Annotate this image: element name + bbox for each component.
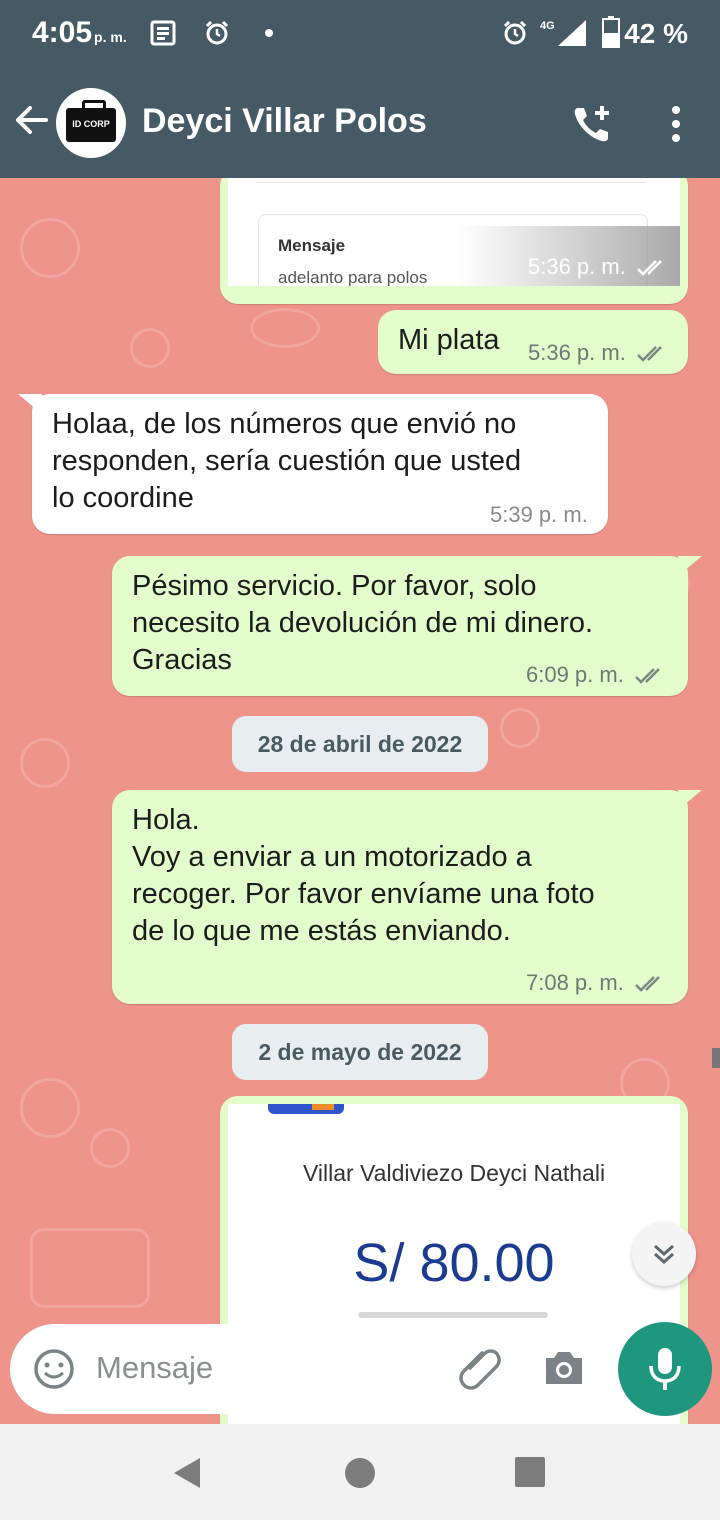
scroll-down-button[interactable]: [632, 1222, 696, 1286]
notification-dot-icon: [265, 29, 273, 37]
contact-name[interactable]: Deyci Villar Polos: [142, 102, 427, 141]
wallpaper-doodle: [90, 1128, 130, 1168]
bubble-tail: [18, 394, 42, 414]
bubble-tail: [678, 556, 702, 576]
payment-amount: S/ 80.00: [353, 1233, 555, 1293]
mic-icon: [649, 1348, 681, 1390]
message-time: 5:36 p. m.: [528, 254, 626, 279]
chat-header: ID CORP Deyci Villar Polos: [0, 70, 720, 178]
wallpaper-doodle: [20, 738, 70, 788]
battery-icon: [602, 16, 620, 48]
network-label: 4G: [540, 20, 555, 32]
scroll-indicator[interactable]: [712, 1048, 720, 1068]
message-time: 5:36 p. m.: [528, 340, 626, 365]
date-chip: 28 de abril de 2022: [232, 716, 488, 772]
chat-area[interactable]: Mensaje adelanto para polos 5:36 p. m. M…: [0, 178, 720, 1424]
system-nav-bar: [0, 1424, 720, 1520]
divider: [256, 182, 646, 183]
status-time: 4:05 p. m.: [32, 16, 127, 49]
date-chip: 2 de mayo de 2022: [232, 1024, 488, 1080]
battery-percent: 42 %: [624, 18, 688, 49]
briefcase-logo: ID CORP: [66, 100, 116, 142]
voice-message-button[interactable]: [618, 1322, 712, 1416]
card-value: adelanto para polos: [278, 268, 428, 286]
double-check-icon: [635, 668, 660, 684]
nav-back-icon[interactable]: [170, 1456, 204, 1490]
add-call-icon[interactable]: [570, 102, 614, 146]
double-chevron-down-icon: [654, 1244, 674, 1265]
wallpaper-doodle: [250, 308, 320, 348]
double-check-icon: [637, 346, 662, 362]
back-arrow-icon[interactable]: [14, 102, 50, 138]
message-image-bubble[interactable]: Mensaje adelanto para polos 5:36 p. m.: [220, 178, 688, 304]
wallpaper-doodle: [20, 218, 80, 278]
alarm-icon: [205, 20, 229, 45]
message-bubble-out[interactable]: Mi plata 5:36 p. m.: [378, 310, 688, 374]
wallpaper-doodle: [130, 328, 170, 368]
message-time: 5:39 p. m.: [490, 502, 588, 527]
message-input[interactable]: Mensaje: [96, 1350, 213, 1386]
message-time: 6:09 p. m.: [526, 662, 624, 687]
nav-recents-icon[interactable]: [514, 1456, 546, 1488]
bank-logo-accent: [312, 1104, 334, 1110]
wallpaper-doodle: [500, 708, 540, 748]
camera-icon[interactable]: [542, 1348, 586, 1388]
wallpaper-doodle: [20, 1078, 80, 1138]
double-check-icon: [637, 260, 662, 276]
message-bubble-out[interactable]: Hola. Voy a enviar a un motorizado a rec…: [112, 790, 688, 1004]
cut-off-text: [358, 1312, 548, 1318]
wallpaper-doodle: [30, 1228, 150, 1308]
message-text: Hola. Voy a enviar a un motorizado a rec…: [132, 804, 595, 947]
double-check-icon: [635, 976, 660, 992]
message-text: Mi plata: [398, 324, 500, 356]
nav-home-icon[interactable]: [343, 1456, 377, 1490]
message-text: Holaa, de los números que envió no respo…: [52, 408, 522, 514]
alarm-icon: [503, 20, 527, 45]
emoji-icon[interactable]: [32, 1347, 76, 1391]
bubble-tail: [678, 790, 702, 810]
message-bubble-in[interactable]: Holaa, de los números que envió no respo…: [32, 394, 608, 534]
news-icon: [150, 20, 176, 46]
message-input-bar[interactable]: Mensaje: [10, 1324, 608, 1414]
attach-icon[interactable]: [456, 1346, 502, 1392]
signal-icon: [558, 20, 586, 46]
more-vert-icon[interactable]: [666, 104, 686, 144]
message-bubble-out[interactable]: Pésimo servicio. Por favor, solo necesit…: [112, 556, 688, 696]
payee-name: Villar Valdiviezo Deyci Nathali: [302, 1160, 606, 1186]
avatar[interactable]: ID CORP: [56, 88, 126, 158]
card-label: Mensaje: [278, 236, 346, 255]
status-bar: 4:05 p. m. 4G 42 %: [0, 0, 720, 70]
message-time: 7:08 p. m.: [526, 970, 624, 995]
